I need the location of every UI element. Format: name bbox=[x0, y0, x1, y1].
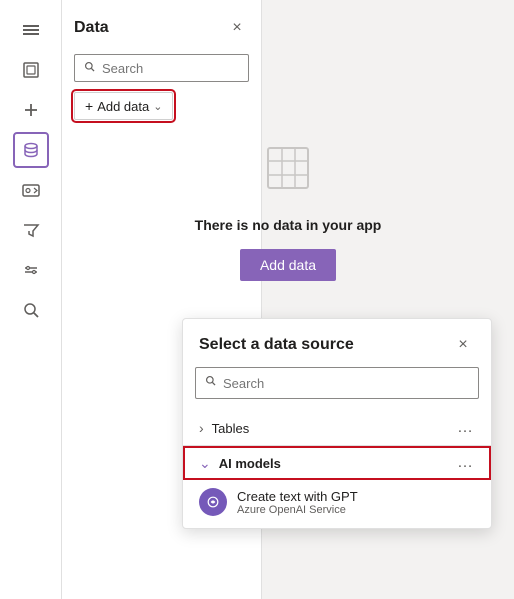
data-search-input[interactable] bbox=[102, 61, 240, 76]
tables-label: Tables bbox=[212, 421, 457, 436]
chevron-down-icon: ⌄ bbox=[153, 100, 162, 113]
select-data-source-panel: Select a data source × › Tables … ⌄ AI m… bbox=[182, 318, 492, 529]
panel-close-button[interactable]: × bbox=[225, 16, 249, 40]
ai-models-row[interactable]: ⌄ AI models … bbox=[183, 446, 491, 480]
no-data-grid-icon bbox=[260, 140, 316, 201]
sidebar-item-media[interactable] bbox=[13, 172, 49, 208]
sidebar-item-tools[interactable] bbox=[13, 252, 49, 288]
gpt-icon bbox=[199, 488, 227, 516]
ai-models-more-icon[interactable]: … bbox=[457, 454, 475, 472]
create-text-gpt-item[interactable]: Create text with GPT Azure OpenAI Servic… bbox=[183, 480, 491, 524]
gpt-item-description: Azure OpenAI Service bbox=[237, 504, 358, 516]
data-search-box[interactable] bbox=[74, 54, 249, 82]
sidebar bbox=[0, 0, 62, 599]
hamburger-menu-icon[interactable] bbox=[13, 12, 49, 48]
tables-row[interactable]: › Tables … bbox=[183, 411, 491, 445]
select-panel-title: Select a data source bbox=[199, 336, 354, 354]
sidebar-item-filters[interactable] bbox=[13, 212, 49, 248]
tables-chevron-icon: › bbox=[199, 420, 204, 436]
select-search-input[interactable] bbox=[223, 376, 470, 391]
ai-models-chevron-icon: ⌄ bbox=[199, 455, 211, 472]
no-data-message: There is no data in your app bbox=[195, 217, 382, 233]
select-search-icon bbox=[204, 374, 217, 392]
add-data-label: Add data bbox=[97, 99, 149, 114]
select-panel-close-button[interactable]: × bbox=[451, 333, 475, 357]
data-source-list: › Tables … ⌄ AI models … Create text wit… bbox=[183, 407, 491, 528]
sidebar-item-add[interactable] bbox=[13, 92, 49, 128]
select-panel-search-box[interactable] bbox=[195, 367, 479, 399]
add-data-button[interactable]: + Add data ⌄ bbox=[74, 92, 173, 120]
ai-models-label: AI models bbox=[219, 456, 457, 471]
add-data-main-button[interactable]: Add data bbox=[240, 249, 336, 281]
sidebar-item-search[interactable] bbox=[13, 292, 49, 328]
sidebar-item-data[interactable] bbox=[13, 132, 49, 168]
no-data-area: There is no data in your app Add data bbox=[62, 140, 514, 281]
add-icon: + bbox=[85, 98, 93, 114]
select-panel-header: Select a data source × bbox=[183, 319, 491, 367]
tables-more-icon[interactable]: … bbox=[457, 419, 475, 437]
sidebar-item-layers[interactable] bbox=[13, 52, 49, 88]
gpt-item-name: Create text with GPT bbox=[237, 489, 358, 504]
panel-title: Data bbox=[74, 19, 109, 37]
panel-header: Data × bbox=[74, 16, 249, 40]
search-icon bbox=[83, 60, 96, 76]
